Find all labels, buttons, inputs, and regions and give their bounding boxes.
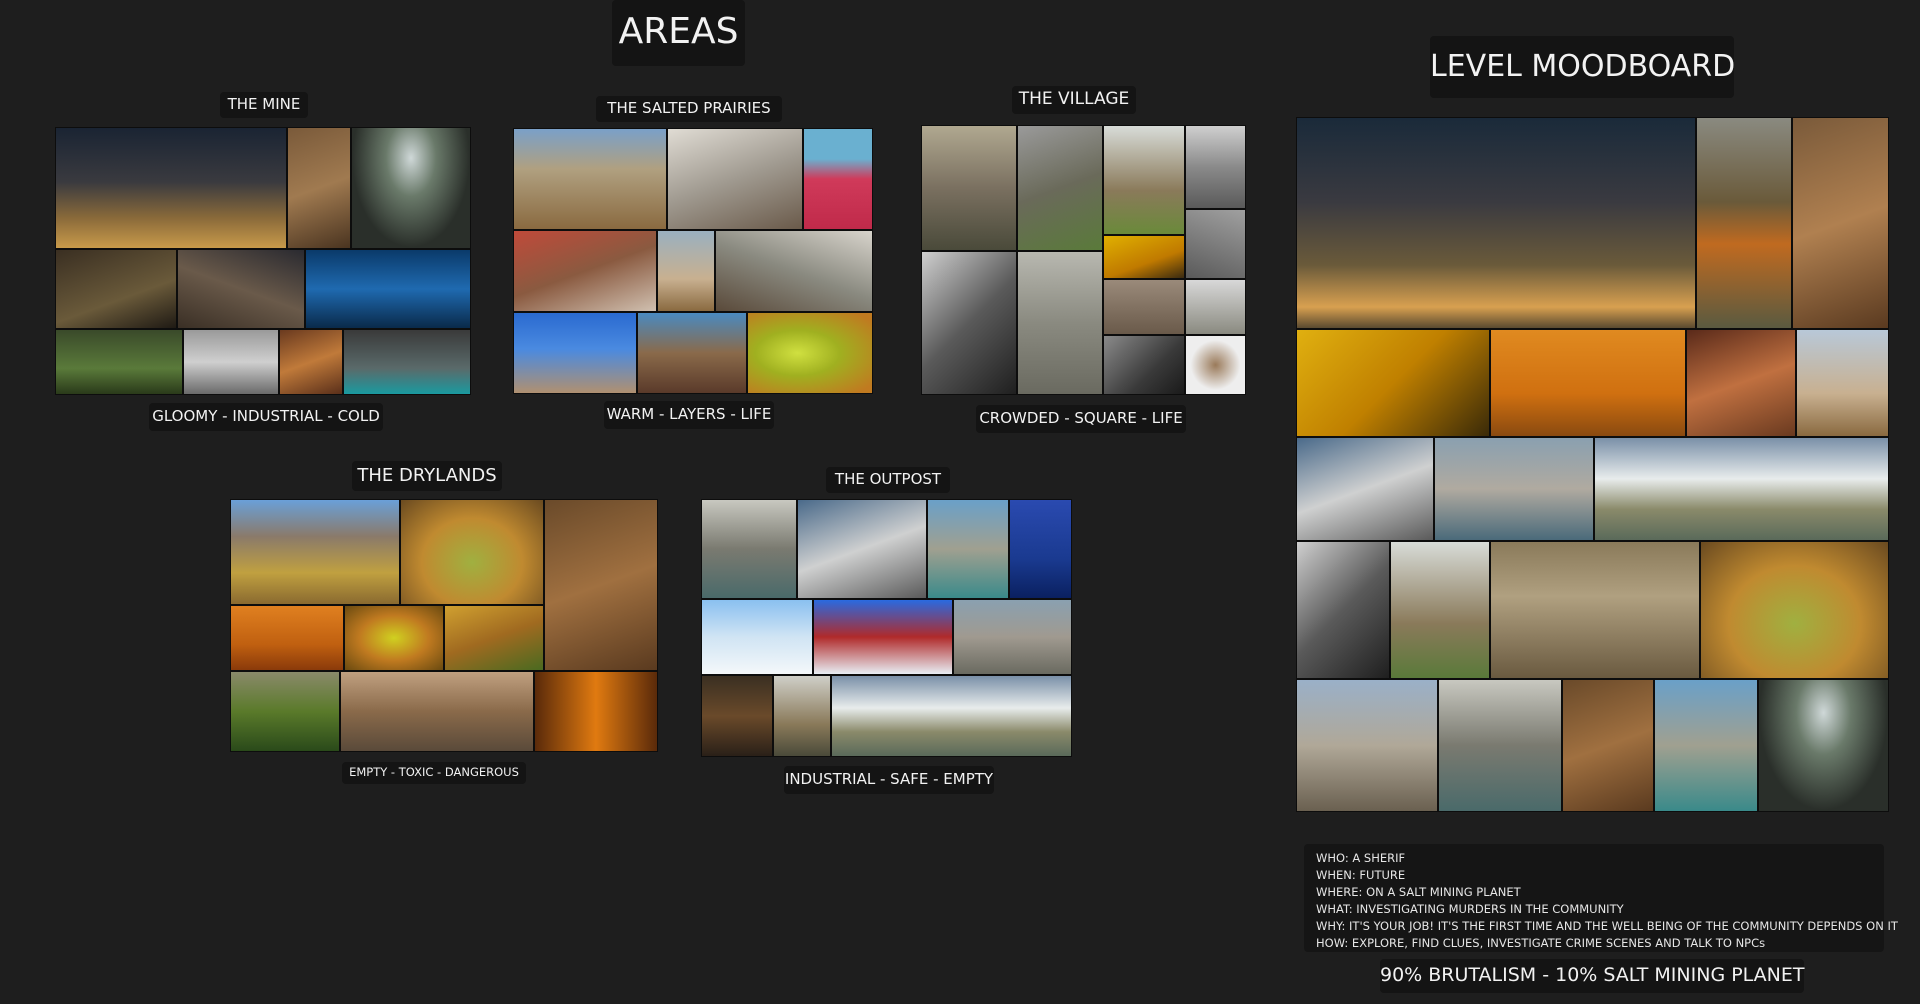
outpost-photo (701, 675, 773, 757)
drylands-photo (444, 605, 544, 671)
moodboard-photo (1296, 541, 1390, 679)
prairies-mood: WARM - LAYERS - LIFE (604, 401, 774, 429)
drylands-collage (230, 499, 658, 752)
moodboard-photo (1654, 679, 1758, 812)
moodboard-photo (1700, 541, 1889, 679)
mine-photo (55, 127, 287, 249)
mine-collage (55, 127, 471, 395)
moodboard-photo (1696, 117, 1792, 329)
brief-how: HOW: EXPLORE, FIND CLUES, INVESTIGATE CR… (1316, 936, 1766, 950)
moodboard-photo (1758, 679, 1889, 812)
drylands-photo (340, 671, 534, 752)
drylands-title: THE DRYLANDS (352, 461, 502, 491)
village-photo (1017, 251, 1103, 395)
village-photo (1103, 335, 1185, 395)
prairies-photo (513, 312, 637, 394)
brief-why: WHY: IT'S YOUR JOB! IT'S THE FIRST TIME … (1316, 919, 1898, 933)
moodboard-photo (1434, 437, 1594, 541)
village-mood: CROWDED - SQUARE - LIFE (976, 405, 1186, 433)
style-ratio: 90% BRUTALISM - 10% SALT MINING PLANET (1380, 959, 1805, 993)
village-title: THE VILLAGE (1012, 86, 1136, 114)
moodboard-photo (1490, 329, 1686, 437)
moodboard-photo (1686, 329, 1796, 437)
outpost-photo (701, 599, 813, 675)
village-photo (1185, 279, 1246, 335)
prairies-photo (513, 230, 657, 312)
prairies-photo (513, 128, 667, 230)
mine-photo (287, 127, 351, 249)
prairies-title: THE SALTED PRAIRIES (596, 96, 782, 122)
mine-photo (55, 249, 177, 329)
mine-title: THE MINE (220, 92, 308, 118)
brief-what: WHAT: INVESTIGATING MURDERS IN THE COMMU… (1316, 902, 1624, 916)
village-photo (1185, 335, 1246, 395)
drylands-photo (230, 605, 344, 671)
brief-when: WHEN: FUTURE (1316, 868, 1406, 882)
game-brief-panel: WHO: A SHERIF WHEN: FUTURE WHERE: ON A S… (1304, 844, 1898, 952)
prairies-photo (667, 128, 803, 230)
prairies-collage (513, 128, 873, 394)
moodboard-photo (1296, 437, 1434, 541)
drylands-photo (230, 671, 340, 752)
moodboard-photo (1438, 679, 1562, 812)
village-photo (1185, 209, 1246, 279)
brief-who: WHO: A SHERIF (1316, 851, 1406, 865)
mine-photo (279, 329, 343, 395)
village-photo (1017, 125, 1103, 251)
moodboard-photo (1796, 329, 1889, 437)
village-photo (1103, 125, 1185, 235)
village-photo (1103, 279, 1185, 335)
outpost-title: THE OUTPOST (826, 467, 950, 493)
mine-mood: GLOOMY - INDUSTRIAL - COLD (149, 403, 383, 431)
prairies-photo (715, 230, 873, 312)
drylands-photo (544, 499, 658, 671)
drylands-photo (344, 605, 444, 671)
moodboard-photo (1390, 541, 1490, 679)
outpost-collage (701, 499, 1072, 757)
drylands-photo (534, 671, 658, 752)
mine-photo (183, 329, 279, 395)
village-photo (921, 125, 1017, 251)
village-collage (921, 125, 1246, 395)
areas-title: AREAS (612, 0, 745, 66)
outpost-photo (927, 499, 1009, 599)
prairies-photo (637, 312, 747, 394)
prairies-photo (803, 128, 873, 230)
moodboard-photo (1562, 679, 1654, 812)
level-moodboard-collage (1296, 117, 1889, 812)
moodboard-photo (1296, 329, 1490, 437)
outpost-photo (831, 675, 1072, 757)
mine-photo (343, 329, 471, 395)
village-photo (1185, 125, 1246, 209)
outpost-photo (953, 599, 1072, 675)
moodboard-title: LEVEL MOODBOARD (1430, 36, 1735, 98)
outpost-mood: INDUSTRIAL - SAFE - EMPTY (784, 766, 994, 794)
brief-where: WHERE: ON A SALT MINING PLANET (1316, 885, 1521, 899)
moodboard-photo (1296, 679, 1438, 812)
moodboard-photo (1296, 117, 1696, 329)
drylands-photo (230, 499, 400, 605)
moodboard-photo (1792, 117, 1889, 329)
moodboard-photo (1490, 541, 1700, 679)
mine-photo (55, 329, 183, 395)
outpost-photo (773, 675, 831, 757)
prairies-photo (747, 312, 873, 394)
mine-photo (351, 127, 471, 249)
outpost-photo (797, 499, 927, 599)
drylands-mood: EMPTY - TOXIC - DANGEROUS (342, 762, 526, 784)
drylands-photo (400, 499, 544, 605)
outpost-photo (813, 599, 953, 675)
prairies-photo (657, 230, 715, 312)
outpost-photo (701, 499, 797, 599)
outpost-photo (1009, 499, 1072, 599)
mine-photo (305, 249, 471, 329)
village-photo (1103, 235, 1185, 279)
moodboard-photo (1594, 437, 1889, 541)
village-photo (921, 251, 1017, 395)
mine-photo (177, 249, 305, 329)
